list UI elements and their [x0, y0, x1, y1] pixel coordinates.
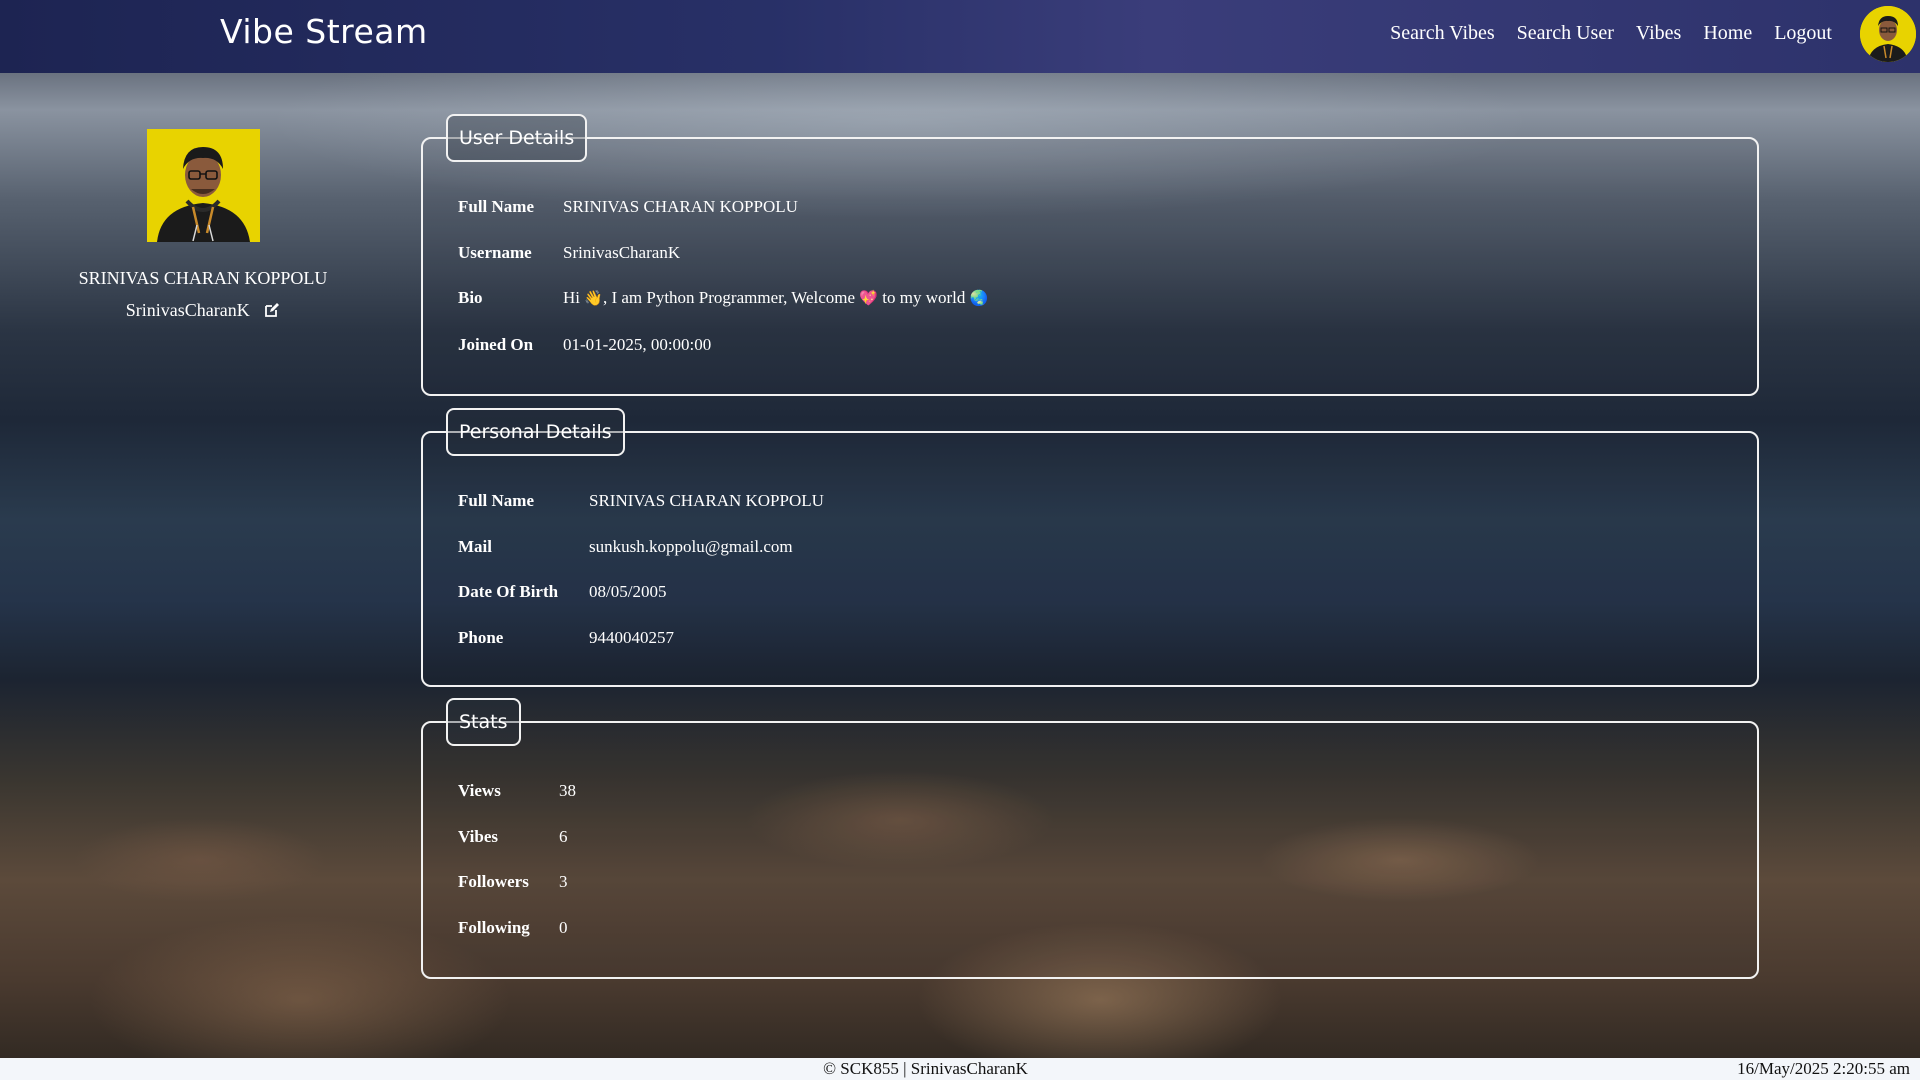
- edit-icon[interactable]: [264, 302, 280, 323]
- nav-menu: Search Vibes Search User Vibes Home Logo…: [1390, 22, 1832, 45]
- field-label: Mail: [458, 536, 492, 556]
- user-details-row-joined: Joined On 01-01-2025, 00:00:00: [458, 335, 988, 381]
- field-label: Phone: [458, 627, 504, 647]
- personal-details-row-dob: Date Of Birth 08/05/2005: [458, 582, 824, 628]
- user-details-row-username: Username SrinivasCharanK: [458, 243, 988, 289]
- nav-vibes[interactable]: Vibes: [1636, 22, 1681, 45]
- field-value: 08/05/2005: [589, 582, 667, 601]
- stats-title: Stats: [446, 698, 521, 746]
- globe-icon: 🌏: [969, 289, 989, 307]
- stats-panel: Stats Views 38 Vibes 6 Followers 3 Follo…: [421, 698, 1759, 979]
- nav-logout[interactable]: Logout: [1774, 22, 1832, 45]
- waving-hand-icon: 👋: [584, 289, 603, 307]
- footer: © SCK855 | SrinivasCharanK 16/May/2025 2…: [0, 1058, 1920, 1080]
- user-details-panel: User Details Full Name SRINIVAS CHARAN K…: [421, 114, 1759, 396]
- field-label: Joined On: [458, 334, 534, 354]
- stats-row-followers: Followers 3: [458, 872, 576, 918]
- stat-value: 38: [559, 781, 576, 800]
- stat-value: 0: [559, 917, 568, 937]
- stat-value: 6: [559, 826, 568, 846]
- stats-row-following: Following 0: [458, 918, 576, 964]
- user-details-row-bio: Bio Hi 👋, I am Python Programmer, Welcom…: [458, 288, 988, 335]
- stat-label: Vibes: [458, 826, 498, 846]
- personal-details-row-phone: Phone 9440040257: [458, 628, 824, 674]
- footer-datetime: 16/May/2025 2:20:55 am: [1737, 1059, 1910, 1078]
- field-label: Username: [458, 242, 532, 262]
- profile-username: SrinivasCharanK: [125, 300, 250, 320]
- field-label: Bio: [458, 288, 483, 307]
- profile-username-row: SrinivasCharanK: [60, 300, 346, 323]
- personal-details-row-mail: Mail sunkush.koppolu@gmail.com: [458, 537, 824, 583]
- personal-details-panel: Personal Details Full Name SRINIVAS CHAR…: [421, 408, 1759, 687]
- field-value: SRINIVAS CHARAN KOPPOLU: [589, 491, 824, 510]
- user-details-title: User Details: [446, 114, 588, 162]
- stats-row-views: Views 38: [458, 781, 576, 827]
- top-navbar: Vibe Stream Search Vibes Search User Vib…: [0, 0, 1920, 73]
- field-label: Full Name: [458, 491, 535, 510]
- field-value: 01-01-2025, 00:00:00: [563, 334, 712, 354]
- bio-text-part: , I am Python Programmer, Welcome: [602, 288, 856, 307]
- personal-details-row-fullname: Full Name SRINIVAS CHARAN KOPPOLU: [458, 491, 824, 537]
- nav-search-user[interactable]: Search User: [1517, 22, 1614, 45]
- bio-text-part: Hi: [563, 288, 580, 307]
- user-details-row-fullname: Full Name SRINIVAS CHARAN KOPPOLU: [458, 197, 988, 243]
- bio-text-part: to my world: [882, 288, 966, 307]
- bio-text: Hi 👋, I am Python Programmer, Welcome 💖 …: [563, 288, 988, 308]
- stat-label: Followers: [458, 872, 529, 891]
- brand-logo[interactable]: Vibe Stream: [220, 12, 428, 51]
- nav-search-vibes[interactable]: Search Vibes: [1390, 22, 1495, 45]
- field-value: 9440040257: [589, 627, 674, 647]
- field-value: SRINIVAS CHARAN KOPPOLU: [563, 197, 798, 216]
- user-avatar[interactable]: [1860, 6, 1916, 62]
- personal-details-title: Personal Details: [446, 408, 625, 456]
- profile-full-name: SRINIVAS CHARAN KOPPOLU: [78, 268, 328, 288]
- heart-icon: 💖: [859, 289, 878, 307]
- field-label: Date Of Birth: [458, 582, 559, 601]
- stat-label: Following: [458, 917, 530, 937]
- profile-picture: [147, 129, 260, 242]
- field-value: sunkush.koppolu@gmail.com: [589, 536, 793, 556]
- stats-row-vibes: Vibes 6: [458, 827, 576, 873]
- field-value: SrinivasCharanK: [563, 242, 681, 262]
- field-label: Full Name: [458, 197, 535, 216]
- stat-value: 3: [559, 872, 568, 891]
- footer-copyright: © SCK855 | SrinivasCharanK: [823, 1059, 1028, 1078]
- nav-home[interactable]: Home: [1703, 22, 1752, 45]
- stat-label: Views: [458, 781, 501, 800]
